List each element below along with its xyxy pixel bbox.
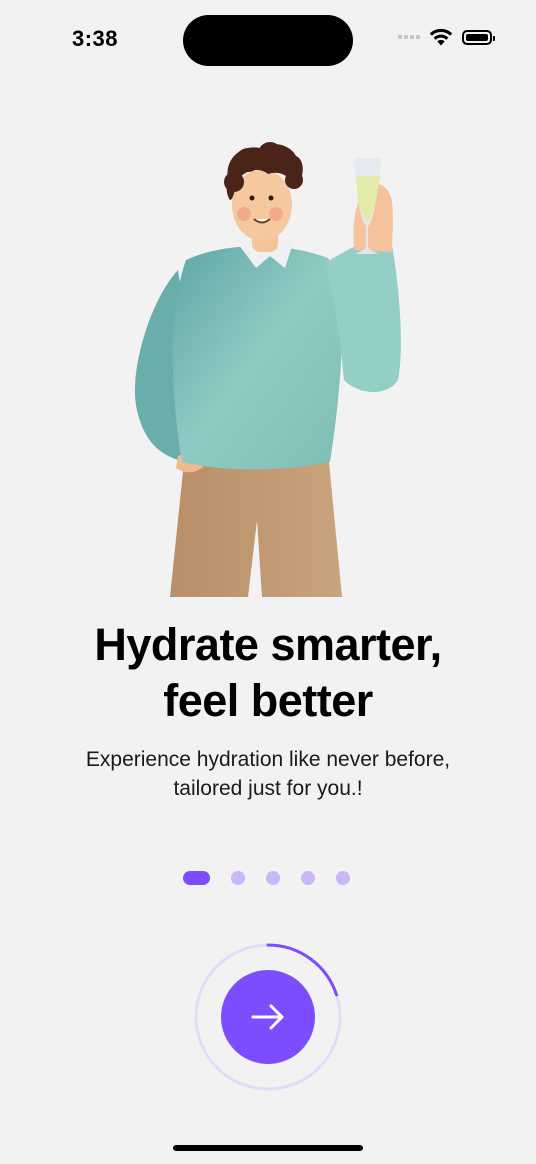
page-dot-5[interactable] <box>336 871 350 885</box>
page-dot-3[interactable] <box>266 871 280 885</box>
page-dot-4[interactable] <box>301 871 315 885</box>
status-icons <box>398 28 495 46</box>
onboarding-screen: 3:38 Hydrate smarter, feel better Experi… <box>0 0 536 1164</box>
page-indicator <box>183 871 350 885</box>
person-with-glass-illustration <box>134 142 401 597</box>
headline-line-1: Hydrate smarter, <box>94 619 442 670</box>
cellular-signal-icon <box>398 35 420 39</box>
page-dot-2[interactable] <box>231 871 245 885</box>
page-dot-1[interactable] <box>183 871 210 885</box>
subtitle-line-2: tailored just for you.! <box>173 777 363 800</box>
subtitle-line-1: Experience hydration like never before, <box>85 748 451 771</box>
onboarding-subtitle: Experience hydration like never before, … <box>0 745 536 803</box>
onboarding-headline: Hydrate smarter, feel better <box>0 617 536 729</box>
status-time: 3:38 <box>72 26 119 51</box>
wifi-icon <box>429 28 453 46</box>
next-button[interactable] <box>221 970 315 1064</box>
dynamic-island <box>183 15 353 66</box>
battery-icon <box>462 29 495 45</box>
next-button-container <box>194 943 342 1091</box>
headline-line-2: feel better <box>163 675 373 726</box>
home-indicator[interactable] <box>173 1145 363 1151</box>
arrow-right-icon <box>251 1004 284 1030</box>
